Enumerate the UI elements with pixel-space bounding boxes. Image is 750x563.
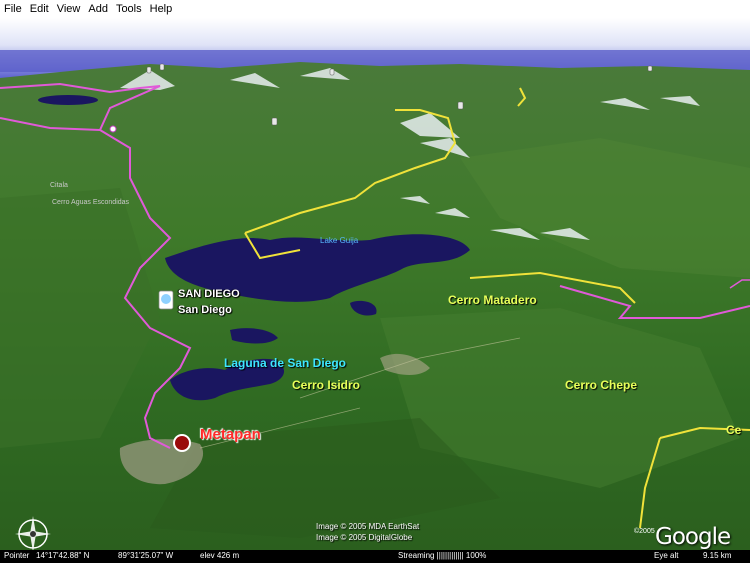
menu-tools[interactable]: Tools [112,0,146,18]
eye-alt-label: Eye alt [654,551,679,560]
pointer-longitude: 89°31'25.07" W [118,551,174,560]
label-cerro-isidro: Cerro Isidro [292,378,361,392]
eye-alt-value: 9.15 km [703,551,732,560]
menu-add[interactable]: Add [84,0,112,18]
logo-year: ©2005 [634,528,655,535]
label-cerro-matadero: Cerro Matadero [448,293,537,307]
streaming-status: Streaming ||||||||||||| 100% [398,551,487,560]
label-cerro-partial: Ce [726,423,742,437]
label-metapan: Metapan [200,426,261,443]
label-san-diego-lower: San Diego [178,304,232,316]
label-laguna-san-diego: Laguna de San Diego [224,356,347,370]
label-san-diego-upper: SAN DIEGO [178,288,240,300]
metapan-marker-icon[interactable] [173,434,191,452]
menu-edit[interactable]: Edit [26,0,53,18]
pointer-label: Pointer [4,551,30,560]
credit-line-1: Image © 2005 MDA EarthSat [316,522,420,531]
label-cerro-chepe: Cerro Chepe [565,378,638,392]
compass-rose-icon[interactable] [12,513,54,550]
menu-view[interactable]: View [53,0,85,18]
small-town-marker[interactable] [109,125,117,133]
pointer-latitude: 14°17'42.88" N [36,551,90,560]
status-bar: Pointer 14°17'42.88" N 89°31'25.07" W el… [0,550,750,563]
menu-help[interactable]: Help [146,0,177,18]
credit-line-2: Image © 2005 DigitalGlobe [316,533,413,542]
label-lake-guija: Lake Guija [320,236,359,245]
imagery-credits: Image © 2005 MDA EarthSat Image © 2005 D… [316,521,419,543]
menu-file[interactable]: File [0,0,26,18]
san-diego-placemark-icon[interactable] [158,290,174,310]
label-cerro-aguas: Cerro Aguas Escondidas [52,199,130,206]
label-small-town: Citala [50,182,68,189]
terrain-view [0,18,750,550]
menu-bar: File Edit View Add Tools Help [0,0,750,18]
google-logo: Google [655,524,731,550]
map-viewport[interactable]: Citala Cerro Aguas Escondidas Lake Guija… [0,18,750,550]
upper-lake [38,95,98,105]
pointer-elevation: elev 426 m [200,551,240,560]
